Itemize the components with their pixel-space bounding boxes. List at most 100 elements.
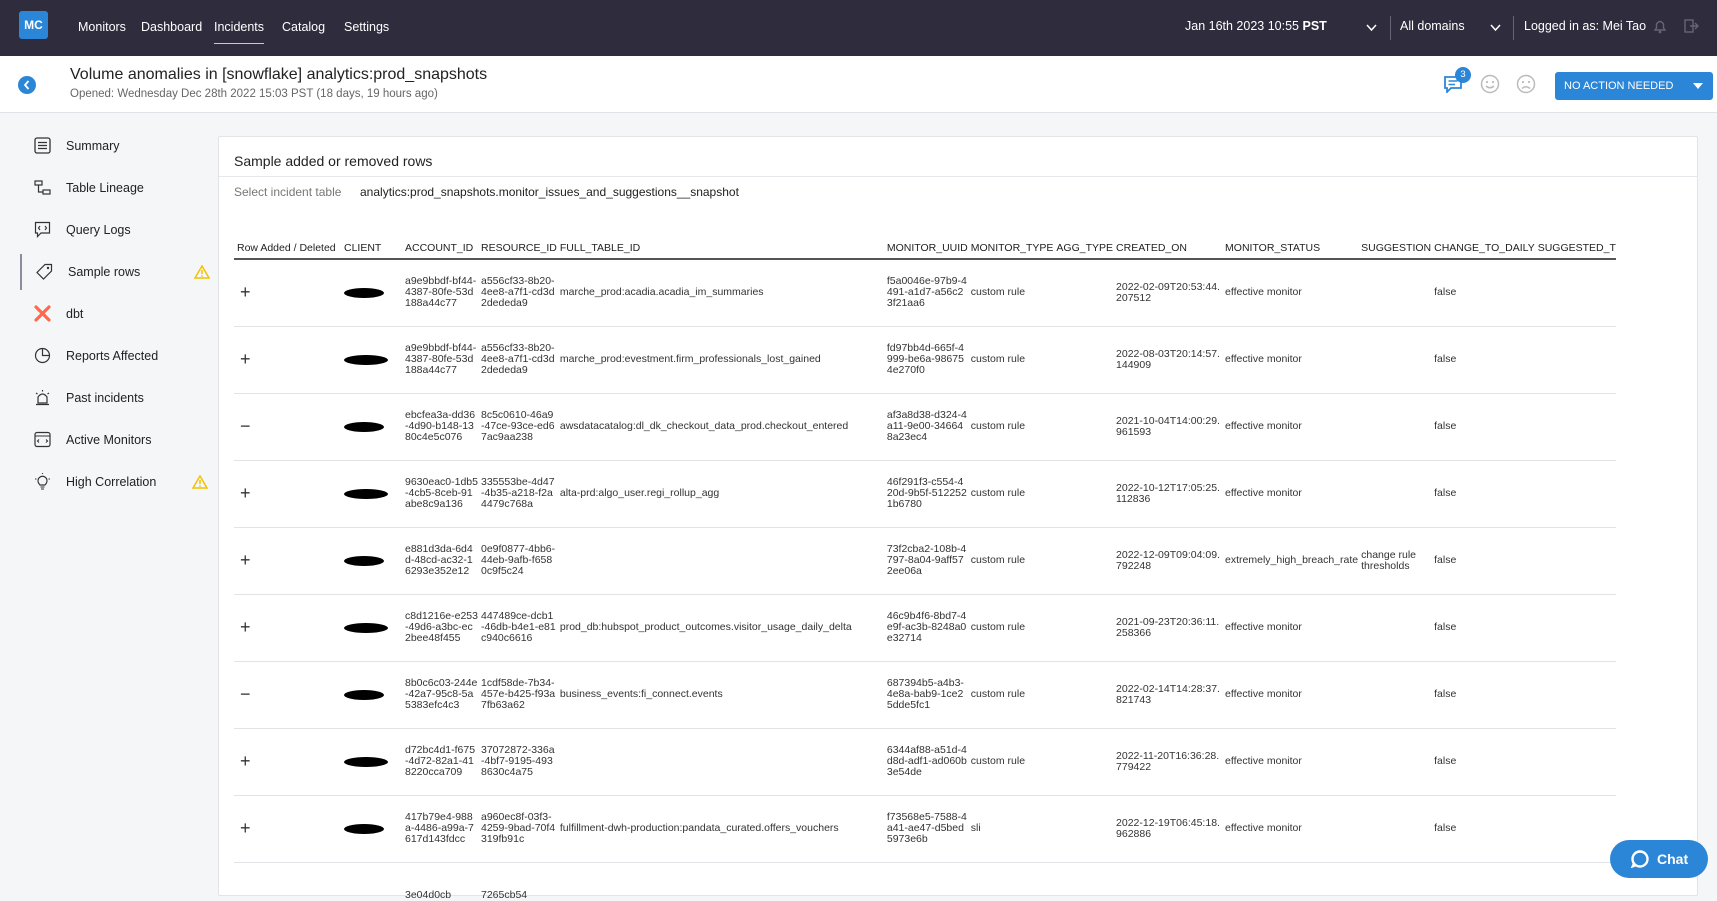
comments-button[interactable]: 3 bbox=[1443, 67, 1471, 93]
change-to-daily-cell: false bbox=[1431, 661, 1535, 729]
sidebar-item-query-logs[interactable]: Query Logs bbox=[20, 212, 210, 248]
happy-face-icon[interactable] bbox=[1480, 74, 1500, 94]
sign-cell[interactable]: + bbox=[234, 259, 341, 327]
monitor-status-cell: effective monitor bbox=[1222, 393, 1359, 461]
tag-icon bbox=[36, 263, 53, 280]
created-on-cell: 2022-12-09T09:04:09.792248 bbox=[1113, 527, 1223, 595]
column-header[interactable]: FULL_TABLE_ID bbox=[556, 241, 884, 260]
back-button[interactable] bbox=[18, 76, 36, 94]
suggestion-cell bbox=[1358, 661, 1432, 729]
sign-cell[interactable]: + bbox=[234, 527, 341, 595]
sign-cell[interactable]: + bbox=[234, 728, 341, 796]
column-header[interactable]: SUGGESTION bbox=[1358, 241, 1432, 260]
nav-dashboard[interactable]: Dashboard bbox=[141, 20, 202, 34]
monitor-type-cell: custom rule bbox=[967, 460, 1054, 528]
created-on-cell: 2022-02-09T20:53:44.207512 bbox=[1113, 259, 1223, 327]
column-header[interactable]: Row Added / Deleted bbox=[234, 241, 341, 260]
sample-rows-table-container[interactable]: Row Added / Deleted CLIENT ACCOUNT_ID RE… bbox=[234, 241, 1684, 901]
column-header[interactable]: AGG_TYPE bbox=[1053, 241, 1114, 260]
monitor-type-cell: custom rule bbox=[967, 661, 1054, 729]
incident-table-label: Select incident table bbox=[234, 185, 342, 199]
chat-button[interactable]: Chat bbox=[1610, 840, 1708, 878]
column-header[interactable]: CHANGE_TO_DAILY bbox=[1431, 241, 1535, 260]
sidebar-item-label: Reports Affected bbox=[66, 349, 159, 363]
sidebar-item-sample-rows[interactable]: Sample rows bbox=[20, 254, 210, 290]
sad-face-icon[interactable] bbox=[1516, 74, 1536, 94]
column-header[interactable]: RESOURCE_ID bbox=[478, 241, 557, 260]
suggestion-cell bbox=[1358, 460, 1432, 528]
sidebar-item-table-lineage[interactable]: Table Lineage bbox=[20, 170, 210, 206]
column-header[interactable]: CREATED_ON bbox=[1113, 241, 1223, 260]
created-on-cell bbox=[1113, 862, 1223, 901]
sidebar-item-dbt[interactable]: dbt bbox=[20, 296, 210, 332]
incident-status-dropdown[interactable]: NO ACTION NEEDED bbox=[1555, 72, 1713, 100]
incident-opened-date: Opened: Wednesday Dec 28th 2022 15:03 PS… bbox=[70, 88, 438, 100]
suggestion-cell bbox=[1358, 259, 1432, 327]
sign-cell[interactable]: + bbox=[234, 326, 341, 394]
suggested-t-cell bbox=[1534, 728, 1616, 796]
agg-type-cell bbox=[1053, 527, 1114, 595]
datetime-selector[interactable]: Jan 16th 2023 10:55 PST bbox=[1185, 19, 1327, 33]
client-cell-redacted bbox=[341, 728, 402, 796]
lineage-icon bbox=[34, 180, 51, 195]
resource-id-cell: 7265cb54 bbox=[478, 862, 557, 901]
full-table-id-cell: awsdatacatalog:dl_dk_checkout_data_prod.… bbox=[556, 393, 884, 461]
domain-selector[interactable]: All domains bbox=[1400, 19, 1465, 33]
sidebar-item-label: Table Lineage bbox=[66, 181, 144, 195]
column-header[interactable]: MONITOR_TYPE bbox=[967, 241, 1054, 260]
sign-cell[interactable]: − bbox=[234, 393, 341, 461]
chevron-down-icon[interactable] bbox=[1366, 24, 1377, 32]
bell-icon[interactable] bbox=[1653, 18, 1667, 34]
change-to-daily-cell: false bbox=[1431, 527, 1535, 595]
agg-type-cell bbox=[1053, 259, 1114, 327]
sidebar-item-label: Summary bbox=[66, 139, 120, 153]
column-header[interactable]: CLIENT bbox=[341, 241, 402, 260]
monitor-uuid-cell: 46c9b4f6-8bd7-4e9f-ac3b-8248a0e32714 bbox=[883, 594, 968, 662]
change-to-daily-cell: false bbox=[1431, 594, 1535, 662]
monitor-type-cell: custom rule bbox=[967, 326, 1054, 394]
column-header[interactable]: ACCOUNT_ID bbox=[402, 241, 478, 260]
logged-in-user: Logged in as: Mei Tao bbox=[1524, 19, 1647, 33]
created-on-cell: 2021-10-04T14:00:29.961593 bbox=[1113, 393, 1223, 461]
incident-header: Volume anomalies in [snowflake] analytic… bbox=[0, 56, 1717, 113]
nav-monitors[interactable]: Monitors bbox=[78, 20, 126, 34]
monitor-status-cell bbox=[1222, 862, 1359, 901]
column-header[interactable]: MONITOR_STATUS bbox=[1222, 241, 1359, 260]
incident-table-select[interactable]: analytics:prod_snapshots.monitor_issues_… bbox=[360, 185, 739, 199]
nav-catalog[interactable]: Catalog bbox=[282, 20, 325, 34]
monitor-status-cell: effective monitor bbox=[1222, 661, 1359, 729]
sidebar-item-high-correlation[interactable]: High Correlation bbox=[20, 464, 210, 500]
monitor-uuid-cell: 6344af88-a51d-4d8d-adf1-ad060b3e54de bbox=[883, 728, 968, 796]
sign-cell[interactable] bbox=[234, 862, 341, 901]
redaction-mark bbox=[344, 354, 388, 365]
resource-id-cell: 447489ce-dcb1-46db-b4e1-e81c940c6616 bbox=[478, 594, 557, 662]
table-header-row: Row Added / Deleted CLIENT ACCOUNT_ID RE… bbox=[234, 241, 1616, 260]
sidebar-item-active-monitors[interactable]: Active Monitors bbox=[20, 422, 210, 458]
sidebar-item-summary[interactable]: Summary bbox=[20, 128, 210, 164]
sidebar-item-past-incidents[interactable]: Past incidents bbox=[20, 380, 210, 416]
suggestion-cell bbox=[1358, 728, 1432, 796]
sign-cell[interactable]: + bbox=[234, 594, 341, 662]
suggestion-cell bbox=[1358, 594, 1432, 662]
chevron-down-icon[interactable] bbox=[1490, 24, 1501, 32]
agg-type-cell bbox=[1053, 460, 1114, 528]
client-cell-redacted bbox=[341, 862, 402, 901]
full-table-id-cell: fulfillment-dwh-production:pandata_curat… bbox=[556, 795, 884, 863]
monitor-type-cell bbox=[967, 862, 1054, 901]
suggestion-cell bbox=[1358, 795, 1432, 863]
sign-cell[interactable]: − bbox=[234, 661, 341, 729]
column-header[interactable]: SUGGESTED_T bbox=[1534, 241, 1616, 260]
redaction-mark bbox=[344, 287, 384, 298]
logout-icon[interactable] bbox=[1683, 18, 1699, 34]
monitor-uuid-cell: f5a0046e-97b9-4491-a1d7-a56c23f21aa6 bbox=[883, 259, 968, 327]
monitor-uuid-cell: 46f291f3-c554-420d-9b5f-5122521b6780 bbox=[883, 460, 968, 528]
sidebar-item-reports-affected[interactable]: Reports Affected bbox=[20, 338, 210, 374]
column-header[interactable]: MONITOR_UUID bbox=[883, 241, 968, 260]
monitor-uuid-cell: fd97bb4d-665f-4999-be6a-986754e270f0 bbox=[883, 326, 968, 394]
nav-incidents[interactable]: Incidents bbox=[214, 20, 265, 44]
monitor-uuid-cell: af3a8d38-d324-4a11-9e00-346648a23ec4 bbox=[883, 393, 968, 461]
sign-cell[interactable]: + bbox=[234, 460, 341, 528]
sign-cell[interactable]: + bbox=[234, 795, 341, 863]
nav-settings[interactable]: Settings bbox=[344, 20, 389, 34]
mc-logo[interactable]: MC bbox=[19, 11, 48, 39]
